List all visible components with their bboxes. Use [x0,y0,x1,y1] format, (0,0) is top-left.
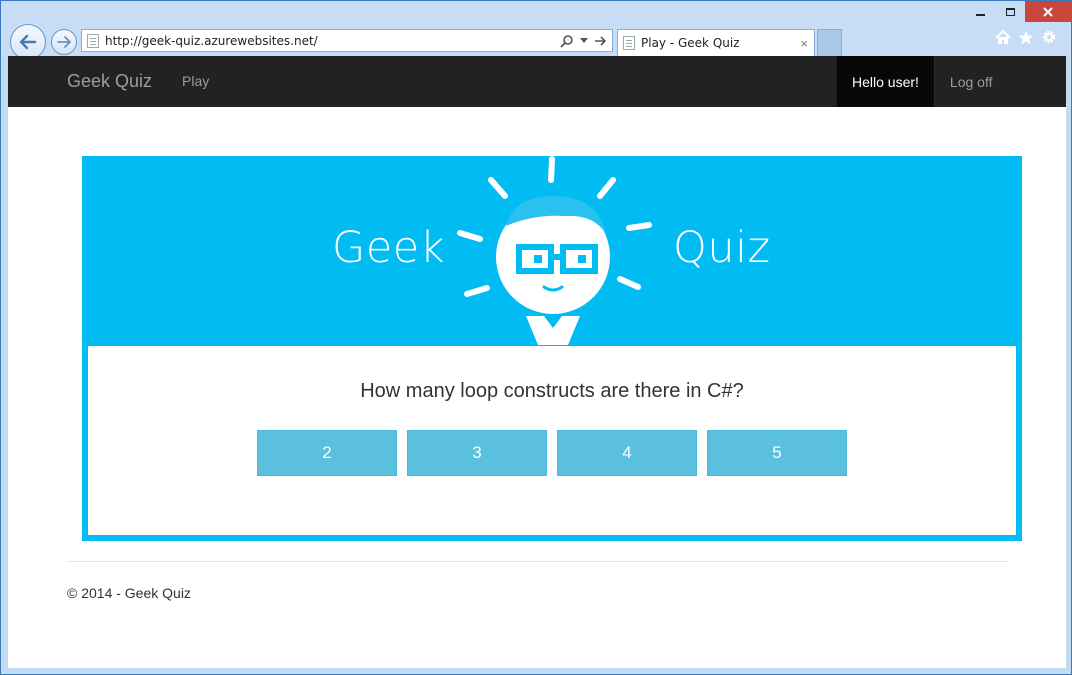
new-tab-button[interactable] [817,29,842,56]
url-text[interactable]: http://geek-quiz.azurewebsites.net/ [105,34,560,48]
quiz-logo-header: Geek Quiz [82,156,1022,345]
star-icon[interactable] [1018,30,1034,45]
browser-chrome: http://geek-quiz.azurewebsites.net/ Play… [1,1,1071,60]
logo-word-left: Geek [332,223,446,273]
back-button[interactable] [10,24,46,60]
go-arrow-icon[interactable] [594,35,606,46]
geek-lightbulb-logo-icon [457,156,652,345]
site-brand-link[interactable]: Geek Quiz [67,71,152,92]
tab-geek-quiz[interactable]: Play - Geek Quiz × [617,29,815,56]
forward-button[interactable] [51,29,77,55]
quiz-panel: Geek Quiz How many loop constructs are t… [82,156,1022,541]
nav-link-logoff[interactable]: Log off [935,56,1008,107]
nav-user-area: Hello user! Log off [836,56,1007,107]
answer-options: 2 3 4 5 [257,430,847,476]
quiz-question-text: How many loop constructs are there in C#… [360,380,744,402]
close-icon [1043,6,1053,17]
address-bar[interactable]: http://geek-quiz.azurewebsites.net/ [81,29,613,52]
arrow-left-icon [19,34,37,50]
home-icon[interactable] [995,29,1011,45]
logo-word-right: Quiz [673,223,771,273]
nav-hello-user[interactable]: Hello user! [836,56,935,107]
tab-title: Play - Geek Quiz [641,36,740,50]
nav-link-play[interactable]: Play [182,73,209,89]
gear-icon[interactable] [1041,29,1057,45]
footer-copyright: © 2014 - Geek Quiz [67,585,191,601]
quiz-question-area: How many loop constructs are there in C#… [88,346,1016,535]
footer-divider [67,561,1007,562]
maximize-icon [1005,7,1015,16]
answer-option-button[interactable]: 2 [257,430,397,476]
minimize-button[interactable] [965,1,995,22]
close-window-button[interactable] [1025,1,1071,22]
tab-page-icon [623,36,635,50]
browser-toolbar [995,29,1057,45]
answer-option-button[interactable]: 4 [557,430,697,476]
minimize-icon [975,13,985,16]
dropdown-arrow-icon[interactable] [580,37,588,44]
tab-close-icon[interactable]: × [800,36,808,51]
maximize-button[interactable] [995,1,1025,22]
page-icon [87,33,99,48]
search-icon[interactable] [560,34,574,48]
window-controls [965,1,1071,22]
site-navbar: Geek Quiz Play Hello user! Log off [8,56,1066,107]
page-viewport: Geek Quiz Play Hello user! Log off Geek … [8,56,1066,668]
answer-option-button[interactable]: 5 [707,430,847,476]
arrow-right-icon [57,36,71,48]
browser-window: http://geek-quiz.azurewebsites.net/ Play… [0,0,1072,675]
answer-option-button[interactable]: 3 [407,430,547,476]
